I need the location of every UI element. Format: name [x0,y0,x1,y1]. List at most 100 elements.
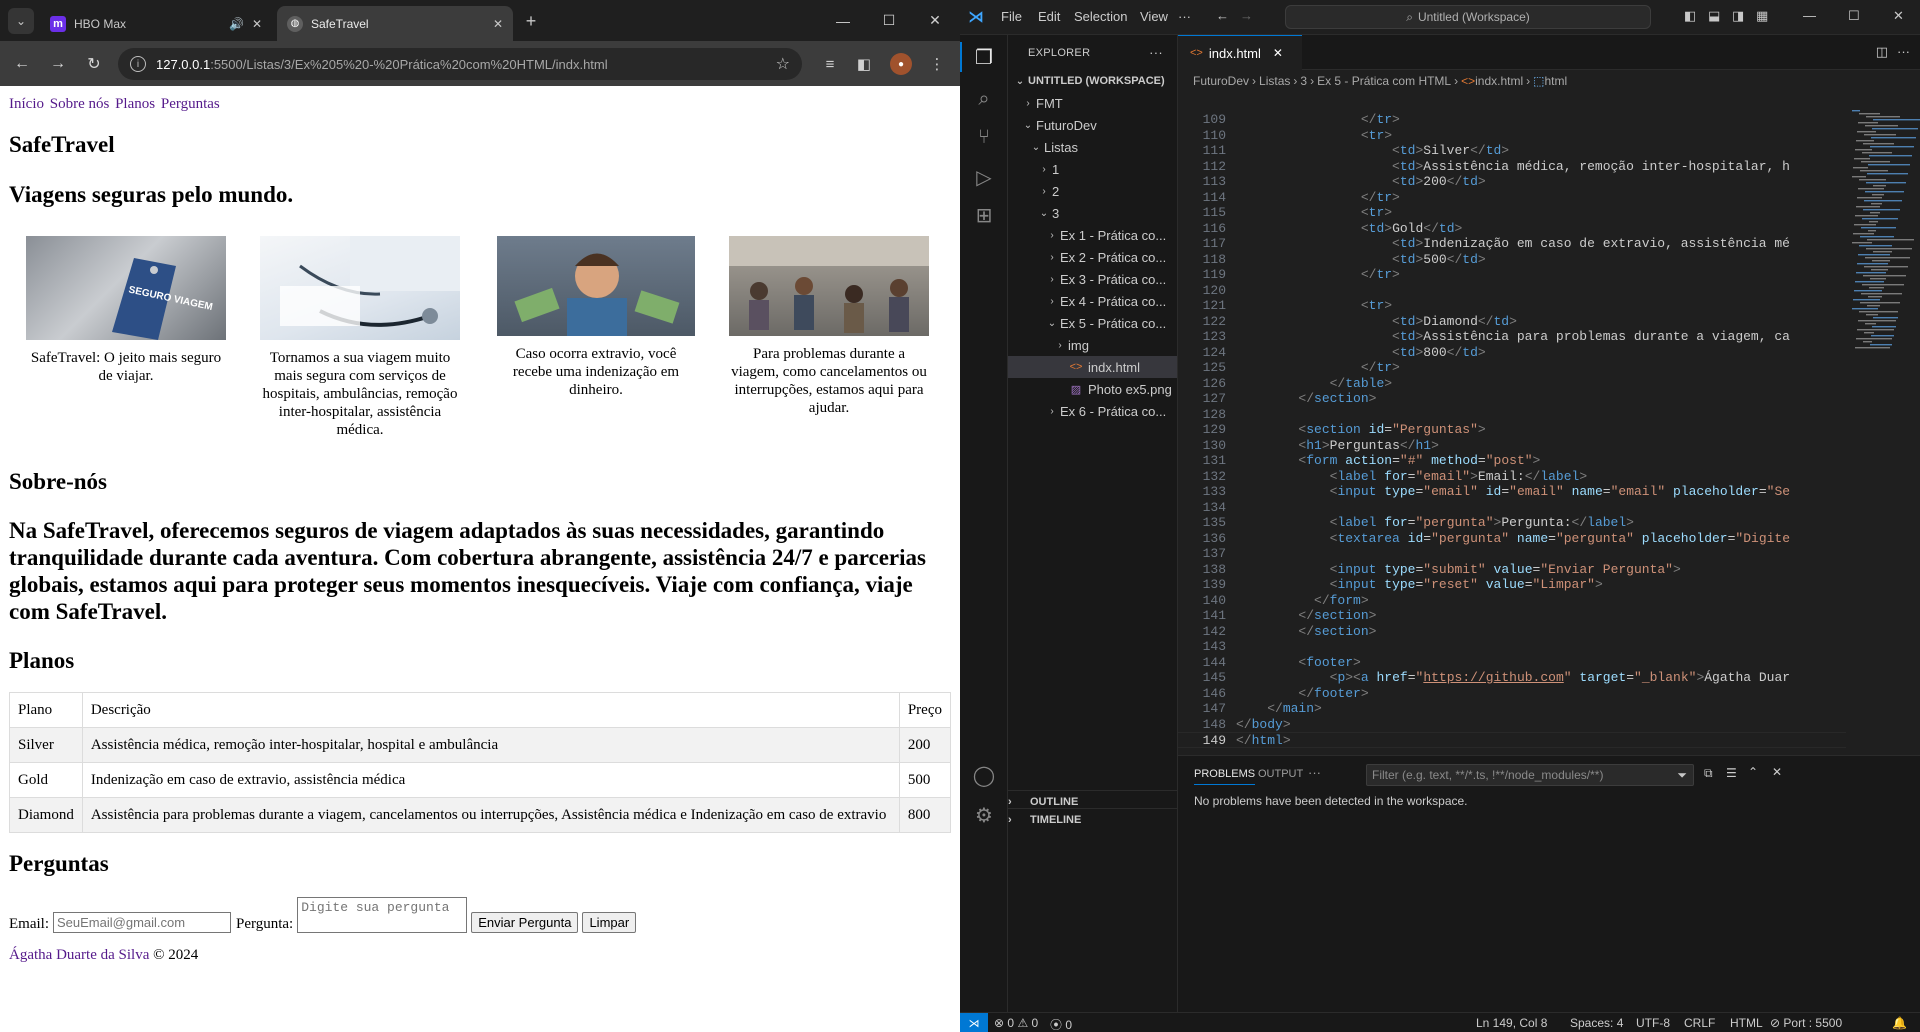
nav-back-icon[interactable]: ← [1216,8,1229,23]
command-center-search[interactable]: ⌕ Untitled (Workspace) [1285,5,1651,29]
tree-item[interactable]: › Ex 4 - Prática co... [1008,290,1177,312]
author-link[interactable]: Ágatha Duarte da Silva [9,947,149,963]
tree-item[interactable]: ⌄ UNTITLED (WORKSPACE) [1008,70,1177,92]
close-tab-icon[interactable]: ✕ [493,17,503,31]
nav-link-planos[interactable]: Planos [115,96,155,112]
tree-item[interactable]: <> indx.html [1008,356,1177,378]
new-tab-button[interactable]: + [518,8,544,34]
customize-layout-icon[interactable]: ▦ [1756,8,1768,24]
tree-item[interactable]: › Ex 1 - Prática co... [1008,224,1177,246]
ports-status[interactable]: ⦿ 0 [1050,1016,1072,1032]
speaker-icon[interactable]: 🔊 [229,17,244,31]
forward-arrow-icon[interactable]: → [44,50,72,78]
tree-item[interactable]: ⌄ FuturoDev [1008,114,1177,136]
explorer-more-icon[interactable]: ··· [1149,45,1163,60]
submit-question-button[interactable]: Enviar Pergunta [471,912,579,933]
split-editor-icon[interactable]: ◫ [1876,44,1888,60]
toggle-panel-icon[interactable]: ⬓ [1708,8,1720,24]
indentation-status[interactable]: Spaces: 4 [1570,1016,1623,1030]
panel-more-icon[interactable]: ··· [1308,765,1321,780]
close-tab-icon[interactable]: ✕ [252,17,262,31]
tree-item[interactable]: › Ex 2 - Prática co... [1008,246,1177,268]
tree-item[interactable]: › 1 [1008,158,1177,180]
close-window-icon[interactable]: ✕ [1893,8,1904,24]
menu-more[interactable]: ··· [1178,9,1191,24]
accounts-icon[interactable]: ◯ [972,763,996,787]
tree-item[interactable]: › img [1008,334,1177,356]
run-debug-icon[interactable]: ▷ [972,165,996,189]
menu-selection[interactable]: Selection [1074,9,1127,24]
breadcrumb-item[interactable]: FuturoDev [1193,74,1249,88]
language-status[interactable]: HTML [1730,1016,1763,1030]
bookmark-star-icon[interactable]: ☆ [776,54,790,74]
nav-link-sobre[interactable]: Sobre nós [50,96,110,112]
nav-link-inicio[interactable]: Início [9,96,44,112]
tab-search-chevron-icon[interactable]: ⌄ [8,8,34,34]
editor-tab-indx[interactable]: <> indx.html ✕ [1178,35,1302,70]
close-tab-icon[interactable]: ✕ [1273,46,1283,60]
address-bar[interactable]: i 127.0.0.1:5500/Listas/3/Ex%205%20-%20P… [118,48,802,80]
tree-item[interactable]: ▨ Photo ex5.png [1008,378,1177,400]
nav-forward-icon[interactable]: → [1240,8,1253,23]
maximize-icon[interactable]: ☐ [866,0,912,41]
tree-item[interactable]: › Ex 6 - Prática co... [1008,400,1177,422]
breadcrumb-item[interactable]: indx.html [1475,74,1523,88]
breadcrumb-item[interactable]: Ex 5 - Prática com HTML [1317,74,1451,88]
search-icon[interactable]: ⌕ [972,87,996,111]
source-control-icon[interactable]: ⑂ [972,125,996,149]
tree-item[interactable]: › Ex 3 - Prática co... [1008,268,1177,290]
editor-more-icon[interactable]: ··· [1897,44,1910,59]
email-field[interactable] [53,912,231,933]
tree-item[interactable]: › 2 [1008,180,1177,202]
minimize-icon[interactable]: — [820,0,866,41]
maximize-panel-icon[interactable]: ⌃ [1748,765,1758,779]
view-as-list-icon[interactable]: ☰ [1726,766,1737,780]
menu-edit[interactable]: Edit [1038,9,1060,24]
site-info-icon[interactable]: i [130,56,146,72]
cursor-position[interactable]: Ln 149, Col 8 [1476,1016,1547,1030]
breadcrumb-item[interactable]: Listas [1259,74,1290,88]
problems-filter-input[interactable]: Filter (e.g. text, **/*.ts, !**/node_mod… [1366,764,1694,786]
collapse-all-icon[interactable]: ⧉ [1704,766,1713,781]
breadcrumb-item[interactable]: 3 [1300,74,1307,88]
minimap[interactable] [1846,92,1920,755]
media-controls-icon[interactable]: ≡ [817,51,843,77]
reset-button[interactable]: Limpar [582,912,637,933]
eol-status[interactable]: CRLF [1684,1016,1715,1030]
close-panel-icon[interactable]: ✕ [1772,765,1782,779]
toggle-secondary-sidebar-icon[interactable]: ◨ [1732,8,1744,24]
code-view[interactable]: 109 </tr> 110 <tr> 111 <td>Silver</td> 112 … [1178,112,1920,755]
tree-item[interactable]: ⌄ Listas [1008,136,1177,158]
minimize-icon[interactable]: — [1803,8,1816,23]
reload-icon[interactable]: ↻ [80,50,108,78]
close-window-icon[interactable]: ✕ [912,0,958,41]
tab-output[interactable]: OUTPUT [1258,768,1303,780]
tree-item[interactable]: ⌄ 3 [1008,202,1177,224]
breadcrumb-item[interactable]: html [1545,74,1568,88]
browser-tab-hbo[interactable]: m HBO Max 🔊 ✕ [40,6,272,41]
problems-status[interactable]: ⊗ 0 ⚠ 0 [994,1016,1038,1030]
timeline-section[interactable]: › TIMELINE [1008,808,1178,830]
notifications-bell-icon[interactable]: 🔔 [1892,1016,1907,1030]
tab-problems[interactable]: PROBLEMS [1194,768,1256,785]
question-textarea[interactable] [297,897,468,933]
encoding-status[interactable]: UTF-8 [1636,1016,1670,1030]
side-panel-icon[interactable]: ◧ [851,51,877,77]
browser-tab-safetravel[interactable]: ◍ SafeTravel ✕ [277,6,513,41]
back-arrow-icon[interactable]: ← [8,50,36,78]
menu-view[interactable]: View [1140,9,1168,24]
filter-funnel-icon[interactable]: ⏷ [1677,768,1687,783]
manage-gear-icon[interactable]: ⚙ [972,803,996,827]
tree-item[interactable]: › FMT [1008,92,1177,114]
live-server-port[interactable]: ⊘ Port : 5500 [1770,1016,1842,1030]
explorer-files-icon[interactable]: ❐ [972,45,996,69]
extensions-icon[interactable]: ⊞ [972,203,996,227]
tree-item[interactable]: ⌄ Ex 5 - Prática co... [1008,312,1177,334]
toggle-sidebar-icon[interactable]: ◧ [1684,8,1696,24]
more-menu-icon[interactable]: ⋮ [924,51,950,77]
remote-indicator-icon[interactable]: ⋊ [960,1013,988,1032]
maximize-icon[interactable]: ☐ [1848,8,1860,24]
profile-avatar[interactable]: ● [888,51,914,77]
nav-link-perguntas[interactable]: Perguntas [161,96,220,112]
menu-file[interactable]: File [1001,9,1022,24]
